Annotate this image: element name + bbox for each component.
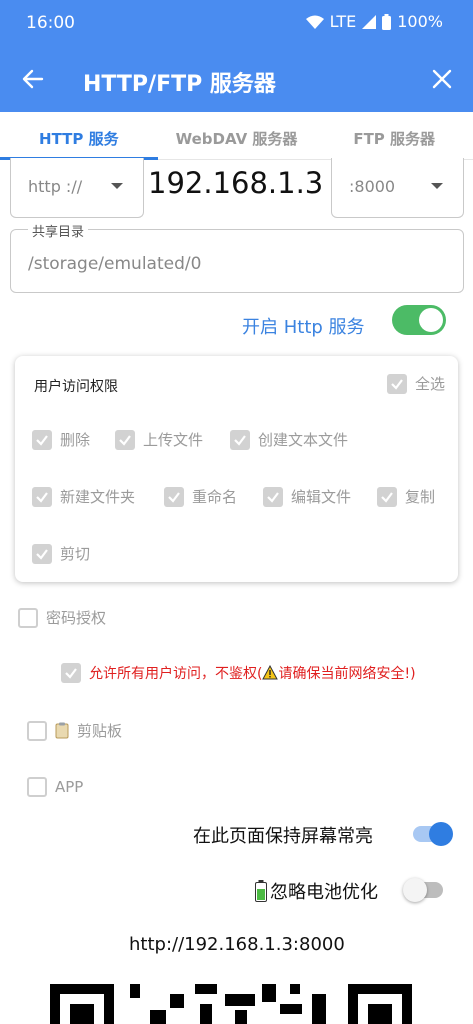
checkbox-checked-icon bbox=[230, 429, 250, 450]
switch-knob bbox=[419, 308, 443, 332]
select-all-label: 全选 bbox=[415, 375, 446, 393]
perm-label: 复制 bbox=[405, 488, 436, 506]
checkbox-checked-icon bbox=[387, 373, 407, 394]
checkbox-checked-icon bbox=[115, 429, 135, 450]
share-dir-value[interactable]: /storage/emulated/0 bbox=[28, 254, 201, 274]
checkbox-unchecked-icon bbox=[18, 607, 38, 628]
ip-address: 192.168.1.3 bbox=[148, 166, 324, 200]
permissions-title: 用户访问权限 bbox=[34, 379, 118, 395]
perm-delete-checkbox[interactable]: 删除 bbox=[32, 429, 90, 450]
keep-screen-on-switch[interactable] bbox=[413, 822, 453, 846]
arrow-left-icon bbox=[22, 69, 44, 89]
protocol-select[interactable]: http :// bbox=[10, 158, 144, 218]
perm-label: 重命名 bbox=[192, 488, 238, 506]
perm-copy-checkbox[interactable]: 复制 bbox=[377, 486, 435, 507]
tab-http[interactable]: HTTP 服务 bbox=[0, 112, 158, 160]
allow-all-warning: 请确保当前网络安全!) bbox=[278, 666, 416, 682]
clipboard-checkbox[interactable]: 剪贴板 bbox=[27, 720, 122, 741]
close-icon bbox=[432, 69, 452, 89]
network-type: LTE bbox=[329, 12, 357, 31]
checkbox-checked-icon bbox=[164, 486, 184, 507]
allow-all-label: 允许所有用户访问，不鉴权( 请确保当前网络安全!) bbox=[89, 663, 416, 683]
checkbox-unchecked-icon bbox=[27, 777, 47, 797]
perm-create-text-checkbox[interactable]: 创建文本文件 bbox=[230, 429, 348, 450]
allow-all-text: 允许所有用户访问，不鉴权( bbox=[89, 666, 263, 682]
allow-all-checkbox[interactable]: 允许所有用户访问，不鉴权( 请确保当前网络安全!) bbox=[61, 663, 416, 683]
app-label: APP bbox=[55, 778, 84, 796]
perm-label: 上传文件 bbox=[143, 431, 204, 449]
checkbox-unchecked-icon bbox=[27, 720, 47, 741]
perm-label: 剪切 bbox=[60, 545, 91, 563]
share-dir-label: 共享目录 bbox=[28, 221, 89, 240]
permissions-card: 用户访问权限 全选 删除 上传文件 创建文本文件 新建文件夹 重命名 编辑文件 … bbox=[15, 356, 458, 582]
http-service-label: 开启 Http 服务 bbox=[242, 317, 365, 338]
checkbox-checked-icon bbox=[32, 543, 52, 564]
tab-bar: HTTP 服务 WebDAV 服务器 FTP 服务器 bbox=[0, 112, 473, 160]
clipboard-icon bbox=[55, 722, 69, 739]
battery-percent: 100% bbox=[397, 12, 443, 31]
port-select[interactable]: :8000 bbox=[331, 158, 464, 218]
switch-knob bbox=[429, 822, 453, 846]
protocol-value: http :// bbox=[28, 177, 83, 196]
dropdown-arrow-icon bbox=[111, 183, 123, 189]
back-button[interactable] bbox=[18, 64, 48, 94]
checkbox-checked-icon bbox=[263, 486, 283, 507]
password-auth-checkbox[interactable]: 密码授权 bbox=[18, 607, 106, 628]
status-indicators: LTE 100% bbox=[305, 12, 443, 31]
select-all-checkbox[interactable]: 全选 bbox=[387, 373, 445, 394]
perm-upload-checkbox[interactable]: 上传文件 bbox=[115, 429, 203, 450]
battery-icon bbox=[255, 880, 267, 902]
battery-icon bbox=[382, 13, 392, 30]
battery-opt-label: 忽略电池优化 bbox=[270, 882, 378, 903]
app-bar: 16:00 LTE 100% HTTP/FTP 服务器 bbox=[0, 0, 473, 112]
switch-knob bbox=[403, 878, 427, 902]
page-title: HTTP/FTP 服务器 bbox=[83, 72, 276, 97]
perm-rename-checkbox[interactable]: 重命名 bbox=[164, 486, 237, 507]
battery-opt-row: 忽略电池优化 bbox=[255, 878, 378, 904]
perm-label: 编辑文件 bbox=[291, 488, 352, 506]
checkbox-checked-icon bbox=[61, 663, 81, 683]
perm-label: 新建文件夹 bbox=[60, 488, 136, 506]
close-button[interactable] bbox=[427, 64, 457, 94]
qr-code bbox=[50, 984, 412, 1024]
clipboard-label: 剪贴板 bbox=[77, 722, 123, 740]
perm-edit-checkbox[interactable]: 编辑文件 bbox=[263, 486, 351, 507]
app-checkbox[interactable]: APP bbox=[27, 777, 83, 797]
checkbox-checked-icon bbox=[377, 486, 397, 507]
tab-ftp[interactable]: FTP 服务器 bbox=[315, 112, 473, 159]
access-url: http://192.168.1.3:8000 bbox=[129, 934, 345, 955]
status-bar: 16:00 LTE 100% bbox=[0, 0, 473, 46]
signal-icon bbox=[362, 14, 377, 29]
port-value: :8000 bbox=[349, 177, 396, 196]
perm-cut-checkbox[interactable]: 剪切 bbox=[32, 543, 90, 564]
password-auth-label: 密码授权 bbox=[46, 609, 107, 627]
checkbox-checked-icon bbox=[32, 429, 52, 450]
perm-new-folder-checkbox[interactable]: 新建文件夹 bbox=[32, 486, 135, 507]
tab-webdav[interactable]: WebDAV 服务器 bbox=[158, 112, 316, 159]
dropdown-arrow-icon bbox=[431, 183, 443, 189]
battery-opt-switch[interactable] bbox=[403, 878, 443, 902]
perm-label: 创建文本文件 bbox=[258, 431, 349, 449]
http-service-switch[interactable] bbox=[392, 305, 446, 335]
keep-screen-on-label: 在此页面保持屏幕常亮 bbox=[193, 826, 373, 847]
perm-label: 删除 bbox=[60, 431, 91, 449]
wifi-icon bbox=[305, 15, 324, 29]
warning-icon bbox=[262, 664, 279, 680]
checkbox-checked-icon bbox=[32, 486, 52, 507]
status-time: 16:00 bbox=[26, 13, 75, 33]
